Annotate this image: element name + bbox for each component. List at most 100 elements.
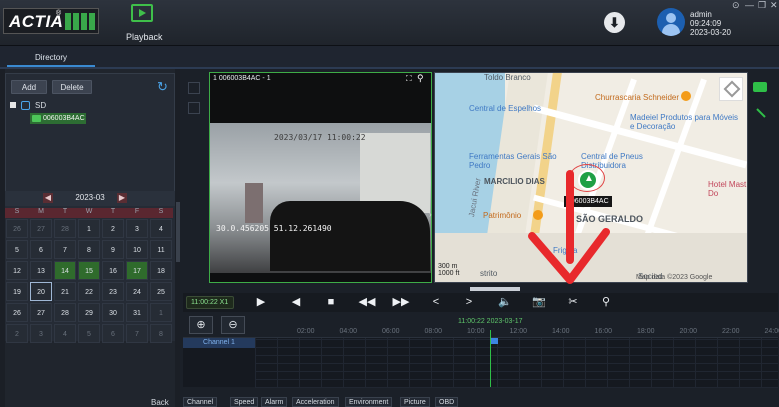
play-button[interactable]: ▶ bbox=[251, 294, 271, 311]
calendar-day[interactable]: 31 bbox=[126, 303, 148, 322]
bottom-tab-acceleration[interactable]: Acceleration bbox=[292, 397, 339, 407]
calendar-day[interactable]: 20 bbox=[30, 282, 52, 301]
calendar-day[interactable]: 22 bbox=[78, 282, 100, 301]
panel-collapse-handle[interactable] bbox=[470, 287, 520, 291]
restaurant-icon[interactable] bbox=[681, 91, 691, 101]
recording-segment[interactable] bbox=[490, 338, 498, 344]
route-icon[interactable] bbox=[756, 108, 766, 118]
collapse-icon[interactable] bbox=[10, 102, 16, 108]
close-icon[interactable]: ✕ bbox=[770, 0, 778, 11]
settings-icon[interactable]: ⊙ bbox=[732, 0, 740, 11]
volume-icon[interactable]: 🔈 bbox=[495, 294, 515, 311]
calendar-day[interactable]: 3 bbox=[126, 219, 148, 238]
add-button[interactable]: Add bbox=[11, 80, 47, 94]
bottom-tab-picture[interactable]: Picture bbox=[400, 397, 430, 407]
delete-button[interactable]: Delete bbox=[52, 80, 92, 94]
calendar-day[interactable]: 4 bbox=[150, 219, 172, 238]
calendar-day[interactable]: 9 bbox=[102, 240, 124, 259]
calendar-day[interactable]: 3 bbox=[30, 324, 52, 343]
calendar-day[interactable]: 15 bbox=[78, 261, 100, 280]
calendar-header: ◀ 2023-03 ▶ bbox=[5, 191, 175, 206]
calendar-day[interactable]: 29 bbox=[78, 303, 100, 322]
calendar-day[interactable]: 13 bbox=[30, 261, 52, 280]
layout-grid-icon[interactable] bbox=[188, 82, 200, 94]
video-player[interactable]: 1 006003B4AC - 1 ⛶ ⚲ 2023/03/17 11:00:22… bbox=[209, 72, 432, 283]
bottom-tab-obd[interactable]: OBD bbox=[435, 397, 459, 407]
search-location-icon[interactable]: ⚲ bbox=[596, 294, 616, 311]
calendar-day[interactable]: 4 bbox=[54, 324, 76, 343]
back-button[interactable]: Back bbox=[151, 398, 169, 407]
fullscreen-icon[interactable]: ⛶ bbox=[406, 74, 412, 84]
next-month-button[interactable]: ▶ bbox=[117, 193, 127, 203]
clip-icon[interactable]: ✂ bbox=[563, 294, 583, 311]
fast-forward-button[interactable]: ▶▶ bbox=[391, 294, 411, 311]
calendar-day[interactable]: 12 bbox=[6, 261, 28, 280]
layout-single-icon[interactable] bbox=[188, 102, 200, 114]
calendar-day[interactable]: 2 bbox=[102, 219, 124, 238]
calendar-day[interactable]: 6 bbox=[30, 240, 52, 259]
calendar-day[interactable]: 8 bbox=[150, 324, 172, 343]
calendar-day[interactable]: 28 bbox=[54, 219, 76, 238]
map-layers-button[interactable] bbox=[719, 77, 743, 101]
bottom-tab-environment[interactable]: Environment bbox=[345, 397, 393, 407]
zoom-in-button[interactable]: ⊕ bbox=[189, 316, 213, 334]
calendar-day[interactable]: 7 bbox=[54, 240, 76, 259]
next-frame-button[interactable]: > bbox=[459, 294, 479, 311]
rewind-button[interactable]: ◀◀ bbox=[357, 294, 377, 311]
step-back-button[interactable]: ◀ bbox=[286, 294, 306, 311]
tab-directory[interactable]: Directory bbox=[7, 48, 95, 67]
bottom-tab-channel[interactable]: Channel bbox=[183, 397, 218, 407]
channel-track[interactable]: Channel 1 bbox=[183, 337, 778, 388]
calendar-day[interactable]: 27 bbox=[30, 219, 52, 238]
calendar-day[interactable]: 28 bbox=[54, 303, 76, 322]
calendar-weekday: T bbox=[53, 208, 77, 218]
tree-device-item[interactable]: 006003B4AC bbox=[30, 113, 86, 124]
minimize-icon[interactable]: — bbox=[745, 0, 754, 10]
avatar[interactable] bbox=[657, 8, 685, 36]
calendar-day[interactable]: 24 bbox=[126, 282, 148, 301]
device-label: 006003B4AC bbox=[43, 115, 85, 122]
calendar-day[interactable]: 10 bbox=[126, 240, 148, 259]
zoom-icon[interactable]: ⚲ bbox=[417, 73, 424, 84]
snapshot-icon[interactable]: 📷 bbox=[529, 294, 549, 311]
calendar-day[interactable]: 5 bbox=[6, 240, 28, 259]
device-icon bbox=[32, 115, 41, 122]
panel-splitter[interactable] bbox=[176, 202, 180, 262]
timeline-playhead[interactable] bbox=[490, 330, 491, 387]
zoom-out-button[interactable]: ⊖ bbox=[221, 316, 245, 334]
calendar-day[interactable]: 8 bbox=[78, 240, 100, 259]
map-label: Ferramentas Gerais São Pedro bbox=[469, 152, 557, 170]
calendar-day[interactable]: 6 bbox=[102, 324, 124, 343]
calendar-day[interactable]: 7 bbox=[126, 324, 148, 343]
calendar-day[interactable]: 14 bbox=[54, 261, 76, 280]
calendar-day[interactable]: 5 bbox=[78, 324, 100, 343]
restore-icon[interactable]: ❐ bbox=[758, 0, 766, 11]
calendar-day[interactable]: 1 bbox=[78, 219, 100, 238]
calendar-day[interactable]: 23 bbox=[102, 282, 124, 301]
playback-button[interactable]: Playback bbox=[126, 4, 163, 44]
bottom-tab-alarm[interactable]: Alarm bbox=[261, 397, 288, 407]
calendar-day[interactable]: 26 bbox=[6, 303, 28, 322]
calendar-day[interactable]: 17 bbox=[126, 261, 148, 280]
calendar-day[interactable]: 27 bbox=[30, 303, 52, 322]
prev-frame-button[interactable]: < bbox=[426, 294, 446, 311]
timeline-tick: 20:00 bbox=[679, 328, 698, 335]
tree-root-sd[interactable]: SD bbox=[10, 101, 70, 112]
bottom-tab-speed[interactable]: Speed bbox=[230, 397, 259, 407]
calendar-day[interactable]: 16 bbox=[102, 261, 124, 280]
calendar-day[interactable]: 2 bbox=[6, 324, 28, 343]
calendar-day[interactable]: 18 bbox=[150, 261, 172, 280]
car-icon[interactable] bbox=[753, 82, 767, 92]
refresh-icon[interactable]: ↻ bbox=[157, 80, 168, 93]
calendar-day[interactable]: 26 bbox=[6, 219, 28, 238]
prev-month-button[interactable]: ◀ bbox=[43, 193, 53, 203]
download-icon[interactable]: ⬇ bbox=[604, 12, 625, 33]
calendar-day[interactable]: 1 bbox=[150, 303, 172, 322]
calendar-day[interactable]: 21 bbox=[54, 282, 76, 301]
calendar-day[interactable]: 11 bbox=[150, 240, 172, 259]
timeline-tick: 16:00 bbox=[594, 328, 613, 335]
calendar-day[interactable]: 19 bbox=[6, 282, 28, 301]
calendar-day[interactable]: 25 bbox=[150, 282, 172, 301]
stop-button[interactable]: ■ bbox=[321, 294, 341, 311]
calendar-day[interactable]: 30 bbox=[102, 303, 124, 322]
